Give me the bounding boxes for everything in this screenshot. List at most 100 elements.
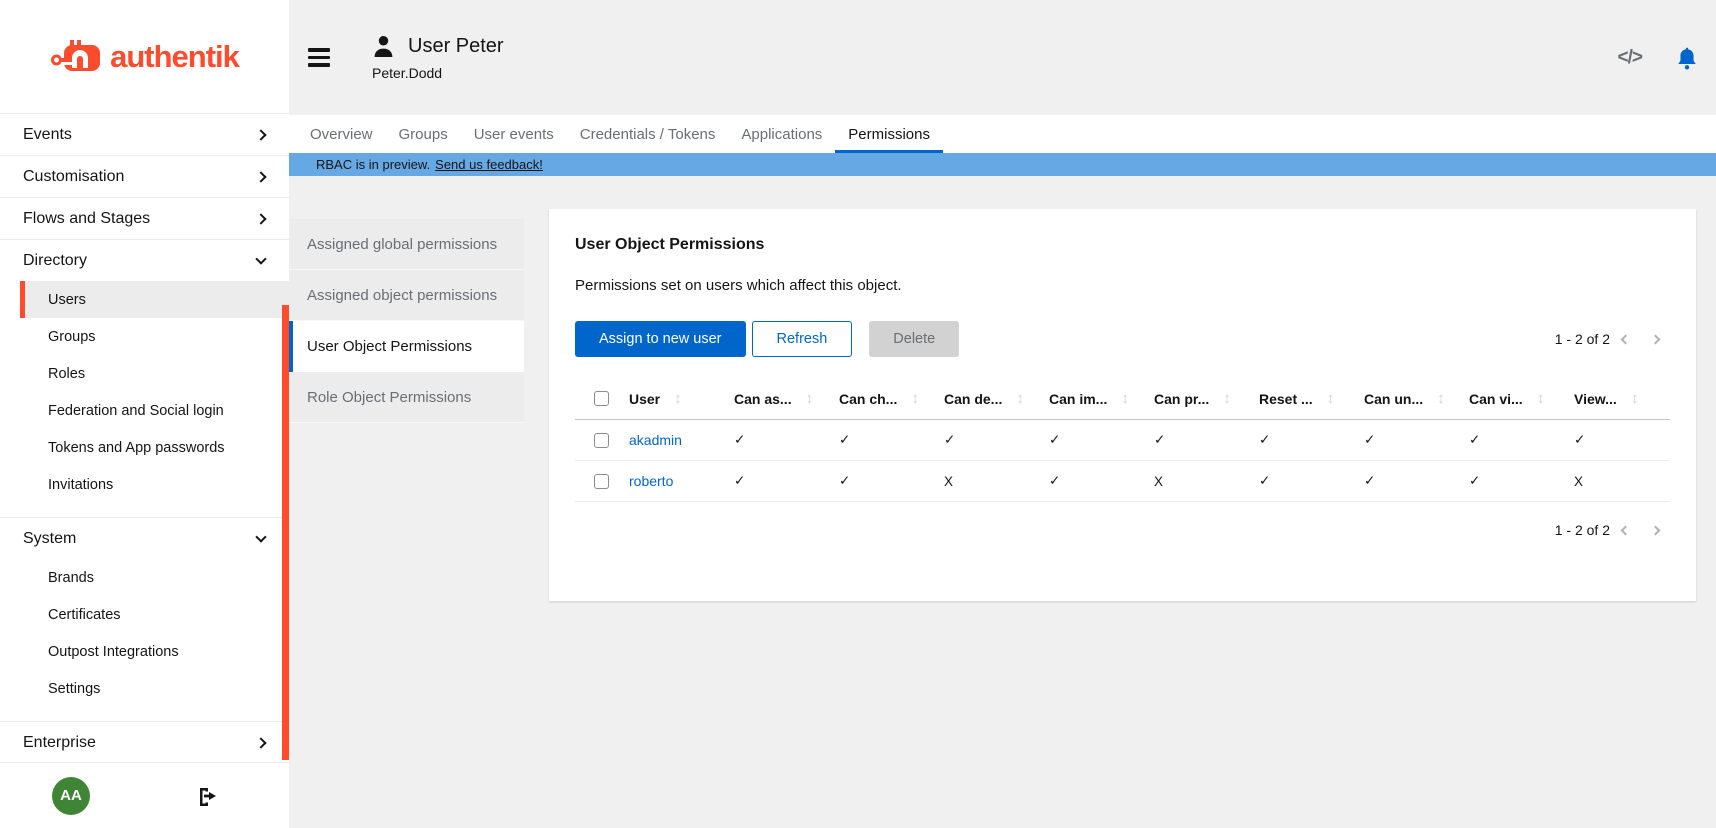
delete-button[interactable]: Delete xyxy=(869,321,959,357)
column-header: Can ch... xyxy=(839,391,897,407)
sidebar-item-outpost-integrations[interactable]: Outpost Integrations xyxy=(0,633,289,670)
sidebar-item-certificates[interactable]: Certificates xyxy=(0,596,289,633)
perm-value: ✓ xyxy=(1245,473,1350,489)
tab-applications[interactable]: Applications xyxy=(728,115,835,153)
brand-name: authentik xyxy=(110,39,239,75)
sidebar-item-system[interactable]: System xyxy=(0,518,289,559)
sort-icon[interactable]: ↕ xyxy=(806,390,814,407)
pagination-next-button[interactable] xyxy=(1640,327,1670,351)
tab-label: Applications xyxy=(741,126,822,143)
sidebar: authentik Events Customisation Flows and… xyxy=(0,0,289,828)
column-header: Can de... xyxy=(944,391,1002,407)
tab-label: Groups xyxy=(399,126,448,143)
tab-label: User events xyxy=(474,126,554,143)
sidebar-item-settings[interactable]: Settings xyxy=(0,670,289,707)
sidebar-item-label: Invitations xyxy=(48,477,113,493)
permissions-content: Assigned global permissions Assigned obj… xyxy=(289,176,1716,828)
main-area: User Peter Peter.Dodd </> Overview Group… xyxy=(289,0,1716,828)
column-header: Can pr... xyxy=(1154,391,1209,407)
chevron-right-icon xyxy=(255,129,266,140)
sidebar-item-tokens[interactable]: Tokens and App passwords xyxy=(0,429,289,466)
sidebar-item-roles[interactable]: Roles xyxy=(0,355,289,392)
tab-user-events[interactable]: User events xyxy=(461,115,567,153)
refresh-button[interactable]: Refresh xyxy=(752,321,853,357)
subtab-assigned-object-permissions[interactable]: Assigned object permissions xyxy=(289,270,524,321)
tab-label: Permissions xyxy=(848,126,930,143)
sort-icon[interactable]: ↕ xyxy=(1437,390,1445,407)
sidebar-item-directory[interactable]: Directory xyxy=(0,240,289,281)
tab-overview[interactable]: Overview xyxy=(297,115,386,153)
sidebar-item-groups[interactable]: Groups xyxy=(0,318,289,355)
sort-icon[interactable]: ↕ xyxy=(1121,390,1129,407)
card-description: Permissions set on users which affect th… xyxy=(575,277,1670,294)
sidebar-scrollbar[interactable] xyxy=(282,305,289,760)
hamburger-menu-icon[interactable] xyxy=(308,44,330,71)
permission-subtabs: Assigned global permissions Assigned obj… xyxy=(289,219,524,423)
row-checkbox[interactable] xyxy=(594,474,609,489)
sidebar-item-enterprise[interactable]: Enterprise xyxy=(0,722,289,762)
subtab-label: Role Object Permissions xyxy=(307,389,471,406)
tab-label: Overview xyxy=(310,126,373,143)
chevron-right-icon xyxy=(255,171,266,182)
subtab-assigned-global-permissions[interactable]: Assigned global permissions xyxy=(289,219,524,270)
tab-credentials-tokens[interactable]: Credentials / Tokens xyxy=(567,115,729,153)
chevron-right-icon xyxy=(1650,525,1660,535)
api-code-icon[interactable]: </> xyxy=(1618,47,1642,69)
sidebar-item-label: Flows and Stages xyxy=(23,210,150,228)
tab-groups[interactable]: Groups xyxy=(386,115,461,153)
table-toolbar: Assign to new user Refresh Delete 1 - 2 … xyxy=(575,321,1670,357)
subtab-user-object-permissions[interactable]: User Object Permissions xyxy=(289,321,524,372)
pagination-prev-button[interactable] xyxy=(1610,518,1640,542)
table-header-row: User↕ Can as...↕ Can ch...↕ Can de...↕ C… xyxy=(575,378,1670,420)
pagination-prev-button[interactable] xyxy=(1610,327,1640,351)
sort-icon[interactable]: ↕ xyxy=(1223,390,1231,407)
sort-icon[interactable]: ↕ xyxy=(911,390,919,407)
table-row: akadmin ✓ ✓ ✓ ✓ ✓ ✓ ✓ ✓ ✓ xyxy=(575,420,1670,461)
sign-out-icon[interactable] xyxy=(197,785,219,807)
perm-value: ✓ xyxy=(930,432,1035,448)
perm-value: ✓ xyxy=(720,432,825,448)
sidebar-item-label: Certificates xyxy=(48,607,121,623)
sort-icon[interactable]: ↕ xyxy=(1327,390,1335,407)
sidebar-item-flows-and-stages[interactable]: Flows and Stages xyxy=(0,198,289,239)
brand-logo[interactable]: authentik xyxy=(0,0,289,113)
perm-value: X xyxy=(1560,474,1665,489)
sidebar-item-users[interactable]: Users xyxy=(20,281,289,318)
subtab-role-object-permissions[interactable]: Role Object Permissions xyxy=(289,372,524,423)
sidebar-item-customisation[interactable]: Customisation xyxy=(0,156,289,197)
perm-value: ✓ xyxy=(825,432,930,448)
detail-tabs: Overview Groups User events Credentials … xyxy=(289,115,1716,153)
subtab-label: User Object Permissions xyxy=(307,338,472,355)
chevron-right-icon xyxy=(255,737,266,748)
perm-value: ✓ xyxy=(1245,432,1350,448)
feedback-link[interactable]: Send us feedback! xyxy=(435,157,543,172)
row-checkbox[interactable] xyxy=(594,433,609,448)
column-header: View... xyxy=(1574,391,1617,407)
notifications-bell-icon[interactable] xyxy=(1676,46,1698,70)
sort-icon[interactable]: ↕ xyxy=(1537,390,1545,407)
sort-icon[interactable]: ↕ xyxy=(674,390,682,407)
sidebar-item-federation[interactable]: Federation and Social login xyxy=(0,392,289,429)
page-header: User Peter Peter.Dodd </> xyxy=(289,0,1716,115)
sort-icon[interactable]: ↕ xyxy=(1016,390,1024,407)
assign-to-new-user-button[interactable]: Assign to new user xyxy=(575,321,746,357)
sidebar-item-label: Tokens and App passwords xyxy=(48,440,225,456)
sidebar-item-label: Customisation xyxy=(23,168,124,186)
column-header: Can un... xyxy=(1364,391,1423,407)
user-link[interactable]: akadmin xyxy=(629,432,682,448)
select-all-checkbox[interactable] xyxy=(594,391,609,406)
sidebar-item-brands[interactable]: Brands xyxy=(0,559,289,596)
sort-icon[interactable]: ↕ xyxy=(1631,390,1639,407)
user-link[interactable]: roberto xyxy=(629,473,673,489)
banner-message: RBAC is in preview. xyxy=(316,157,430,172)
avatar[interactable]: AA xyxy=(52,777,90,815)
tab-permissions[interactable]: Permissions xyxy=(835,115,943,153)
sidebar-item-events[interactable]: Events xyxy=(0,114,289,155)
sidebar-item-label: Directory xyxy=(23,252,87,270)
sidebar-item-invitations[interactable]: Invitations xyxy=(0,466,289,503)
pagination-next-button[interactable] xyxy=(1640,518,1670,542)
perm-value: ✓ xyxy=(825,473,930,489)
page-title: User Peter xyxy=(408,35,504,58)
pagination-bottom: 1 - 2 of 2 xyxy=(1555,518,1670,542)
sidebar-item-label: Settings xyxy=(48,681,100,697)
